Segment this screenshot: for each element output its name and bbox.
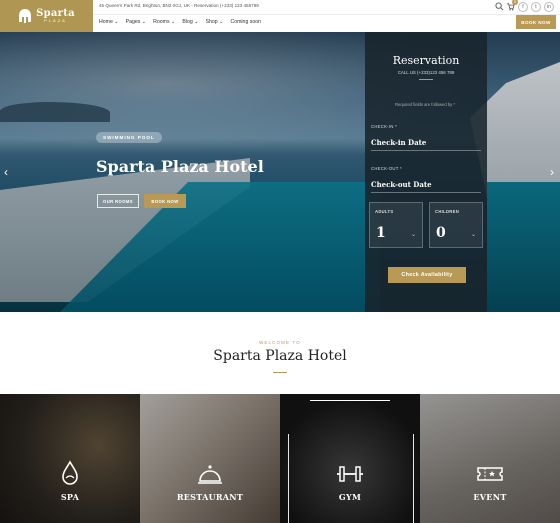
prev-slide-icon[interactable]: ‹ (4, 165, 8, 179)
helmet-icon (19, 9, 32, 23)
hero-tag: SWIMMING POOL (96, 132, 162, 143)
cart-count-badge: 0 (512, 0, 518, 5)
ticket-icon (477, 467, 503, 481)
site-logo[interactable]: Sparta PLAZA (0, 0, 93, 32)
reservation-divider (419, 79, 433, 80)
spa-icon (62, 460, 78, 485)
checkin-value: Check-in Date (371, 138, 427, 147)
nav-item-blog[interactable]: Blog ⌄ (182, 19, 198, 25)
twitter-icon[interactable]: t (531, 2, 541, 12)
hero-book-now-button[interactable]: BOOK NOW (144, 194, 186, 208)
welcome-kicker: WELCOME TO (259, 340, 301, 345)
chevron-down-icon: ⌄ (470, 232, 476, 238)
nav-item-coming-soon[interactable]: Coming soon (230, 19, 261, 25)
feature-tile-gym[interactable]: GYM (280, 394, 420, 523)
reservation-title: Reservation (392, 54, 460, 67)
hero-title: Sparta Plaza Hotel (96, 157, 264, 176)
adults-value: 1 (376, 225, 386, 241)
nav-item-rooms[interactable]: Rooms ⌄ (153, 19, 175, 25)
reservation-phone: CALL US (+233)123 456 789 (397, 70, 455, 75)
reservation-panel: Reservation CALL US (+233)123 456 789 Re… (365, 32, 487, 312)
dumbbell-icon (337, 466, 363, 482)
nav-item-pages[interactable]: Pages ⌄ (126, 19, 147, 25)
next-slide-icon[interactable]: › (550, 165, 554, 179)
feature-tile-spa[interactable]: SPA (0, 394, 140, 523)
cloche-icon (198, 465, 222, 484)
checkout-label: CHECK-OUT * (371, 166, 402, 171)
address-text: 45 Queen's Park Rd, Brighton, BN2 0GJ, U… (99, 3, 259, 8)
feature-label-restaurant: RESTAURANT (176, 492, 244, 502)
hero-slider: SWIMMING POOL Sparta Plaza Hotel OUR ROO… (0, 32, 560, 312)
check-availability-button[interactable]: Check Availability (388, 267, 466, 283)
feature-label-event: EVENT (473, 492, 507, 502)
nav-item-shop[interactable]: Shop ⌄ (206, 19, 224, 25)
gym-bar (310, 400, 390, 401)
linkedin-icon[interactable]: in (544, 2, 554, 12)
chevron-down-icon: ⌄ (410, 232, 416, 238)
facebook-icon[interactable]: f (518, 2, 528, 12)
checkin-label: CHECK-IN * (371, 124, 398, 129)
adults-select[interactable]: ADULTS 1 ⌄ (369, 202, 423, 248)
feature-tile-restaurant[interactable]: RESTAURANT (140, 394, 280, 523)
top-bar: 45 Queen's Park Rd, Brighton, BN2 0GJ, U… (93, 0, 560, 15)
adults-label: ADULTS (375, 209, 394, 214)
checkout-value: Check-out Date (371, 180, 432, 189)
search-icon[interactable] (495, 2, 504, 11)
brand-sub: PLAZA (44, 18, 67, 23)
feature-label-spa: SPA (60, 492, 80, 502)
book-now-button[interactable]: BOOK NOW (516, 15, 556, 29)
feature-tile-event[interactable]: EVENT (420, 394, 560, 523)
children-select[interactable]: CHILDREN 0 ⌄ (429, 202, 483, 248)
required-note: Required fields are followed by * (395, 102, 456, 107)
feature-label-gym: GYM (338, 492, 362, 502)
checkout-field[interactable]: CHECK-OUT * Check-out Date (371, 166, 481, 193)
main-nav: Home ⌄ Pages ⌄ Rooms ⌄ Blog ⌄ Shop ⌄ Com… (93, 14, 560, 32)
welcome-divider (273, 372, 287, 373)
children-label: CHILDREN (435, 209, 460, 214)
our-rooms-button[interactable]: OUR ROOMS (97, 194, 139, 208)
nav-item-home[interactable]: Home ⌄ (99, 19, 119, 25)
welcome-title: Sparta Plaza Hotel (213, 348, 347, 364)
children-value: 0 (436, 225, 446, 241)
checkin-field[interactable]: CHECK-IN * Check-in Date (371, 124, 481, 151)
